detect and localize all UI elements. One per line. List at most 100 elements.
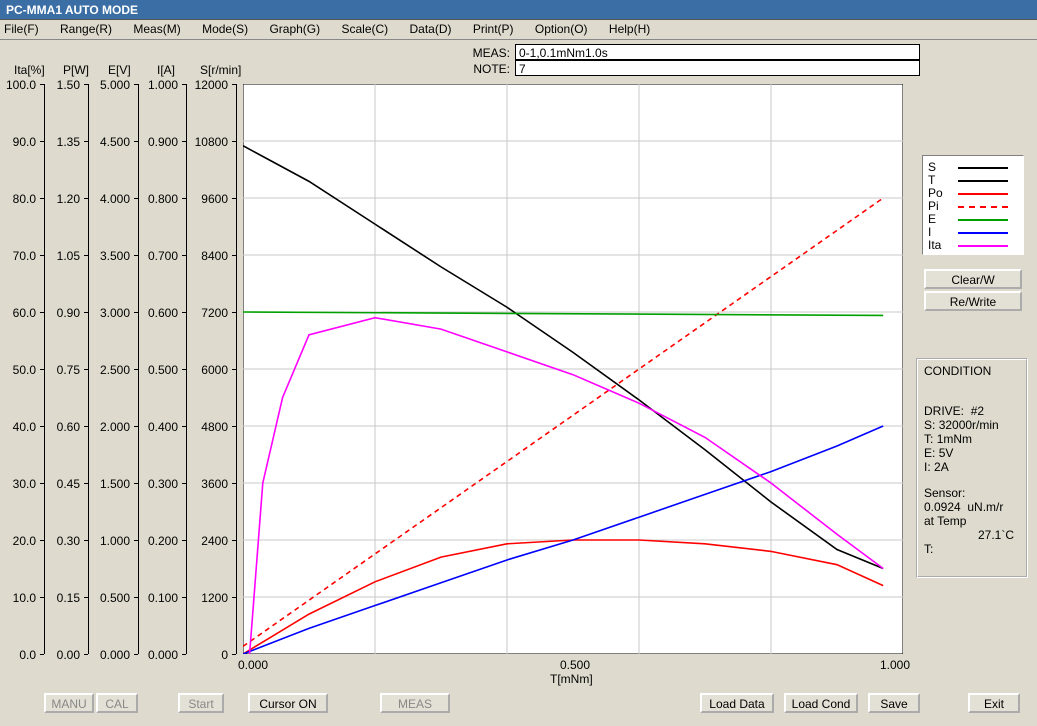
yaxis-title-p: P[W]	[63, 63, 89, 77]
ytick: 70.0	[2, 249, 36, 263]
meas-button[interactable]: MEAS	[380, 693, 450, 713]
ytick: 3.500	[90, 249, 130, 263]
legend-swatch-t	[958, 180, 1008, 182]
xtick-2: 1.000	[880, 658, 910, 672]
ytick: 40.0	[2, 420, 36, 434]
ytick: 1.05	[46, 249, 80, 263]
xtick-1: 0.500	[560, 658, 590, 672]
ytick: 1.50	[46, 78, 80, 92]
legend-label-pi: Pi	[928, 199, 939, 213]
ytick: 1.500	[90, 477, 130, 491]
cond-t2-l: T:	[924, 542, 1020, 556]
ytick: 60.0	[2, 306, 36, 320]
ytick: 1200	[188, 591, 228, 605]
ytick: 1.000	[90, 534, 130, 548]
ytick: 0.75	[46, 363, 80, 377]
ytick: 4800	[188, 420, 228, 434]
ytick: 1.35	[46, 135, 80, 149]
legend-swatch-ita	[958, 245, 1008, 247]
ytick: 3.000	[90, 306, 130, 320]
cond-i-v: 2A	[934, 460, 949, 474]
note-field[interactable]: 7	[515, 60, 920, 76]
legend-swatch-e	[958, 219, 1008, 221]
ytick: 0.600	[138, 306, 178, 320]
ytick: 50.0	[2, 363, 36, 377]
legend-label-i: I	[928, 225, 931, 239]
ytick: 0.100	[138, 591, 178, 605]
ytick: 30.0	[2, 477, 36, 491]
ytick: 10800	[188, 135, 228, 149]
menu-mode[interactable]: Mode(S)	[202, 22, 248, 36]
menu-meas[interactable]: Meas(M)	[133, 22, 180, 36]
menu-help[interactable]: Help(H)	[609, 22, 650, 36]
ytick: 6000	[188, 363, 228, 377]
ytick: 0.15	[46, 591, 80, 605]
chart-area	[243, 84, 903, 654]
ytick: 80.0	[2, 192, 36, 206]
legend-label-t: T	[928, 173, 935, 187]
ytick: 10.0	[2, 591, 36, 605]
load-data-button[interactable]: Load Data	[700, 693, 774, 713]
legend-swatch-i	[958, 232, 1008, 234]
save-button[interactable]: Save	[868, 693, 920, 713]
title-bar: PC-MMA1 AUTO MODE	[0, 0, 1037, 20]
ytick: 0.400	[138, 420, 178, 434]
yaxis-title-s: S[r/min]	[200, 63, 241, 77]
ytick: 3600	[188, 477, 228, 491]
xtick-0: 0.000	[238, 658, 268, 672]
rewrite-button[interactable]: Re/Write	[924, 291, 1022, 311]
ytick: 2400	[188, 534, 228, 548]
ytick: 0.700	[138, 249, 178, 263]
menu-range[interactable]: Range(R)	[60, 22, 112, 36]
ytick: 12000	[188, 78, 228, 92]
ytick: 0.500	[90, 591, 130, 605]
cal-button[interactable]: CAL	[96, 693, 138, 713]
ytick: 0.30	[46, 534, 80, 548]
ytick: 90.0	[2, 135, 36, 149]
condition-heading: CONDITION	[924, 364, 1020, 378]
legend-label-s: S	[928, 160, 936, 174]
cond-drive-v: #2	[971, 404, 984, 418]
ytick: 0.00	[46, 648, 80, 662]
manu-button[interactable]: MANU	[44, 693, 94, 713]
ytick: 0	[188, 648, 228, 662]
condition-panel: CONDITION DRIVE: #2 S: 32000r/min T: 1mN…	[916, 358, 1028, 578]
clear-w-button[interactable]: Clear/W	[924, 269, 1022, 289]
yaxis-title-e: E[V]	[108, 63, 131, 77]
menu-option[interactable]: Option(O)	[535, 22, 588, 36]
menu-graph[interactable]: Graph(G)	[269, 22, 320, 36]
ytick: 0.60	[46, 420, 80, 434]
cond-drive-l: DRIVE:	[924, 404, 964, 418]
ytick: 1.20	[46, 192, 80, 206]
legend-label-po: Po	[928, 186, 943, 200]
menu-file[interactable]: File(F)	[4, 22, 39, 36]
start-button[interactable]: Start	[178, 693, 224, 713]
legend-label-ita: Ita	[928, 238, 941, 252]
cond-sensor-u: uN.m/r	[967, 500, 1003, 514]
menu-print[interactable]: Print(P)	[473, 22, 514, 36]
app-title: PC-MMA1 AUTO MODE	[6, 3, 138, 17]
cond-t-v: 1mNm	[937, 432, 972, 446]
menu-data[interactable]: Data(D)	[410, 22, 452, 36]
legend-swatch-s	[958, 167, 1008, 169]
cond-attemp-v: 27.1`C	[978, 528, 1014, 542]
ytick: 0.500	[138, 363, 178, 377]
exit-button[interactable]: Exit	[968, 693, 1020, 713]
ytick: 0.200	[138, 534, 178, 548]
cond-sensor-l: Sensor:	[924, 486, 1020, 500]
ytick: 0.90	[46, 306, 80, 320]
cursor-on-button[interactable]: Cursor ON	[248, 693, 328, 713]
ytick: 0.000	[90, 648, 130, 662]
ytick: 0.900	[138, 135, 178, 149]
ytick: 1.000	[138, 78, 178, 92]
ytick: 9600	[188, 192, 228, 206]
meas-field[interactable]: 0-1,0.1mNm1.0s	[515, 44, 920, 60]
yaxis-title-i: I[A]	[157, 63, 175, 77]
ytick: 8400	[188, 249, 228, 263]
load-cond-button[interactable]: Load Cond	[784, 693, 858, 713]
legend-swatch-pi	[958, 206, 1008, 208]
cond-sensor-v: 0.0924	[924, 500, 961, 514]
ytick: 20.0	[2, 534, 36, 548]
menu-scale[interactable]: Scale(C)	[341, 22, 388, 36]
cond-t-l: T:	[924, 432, 933, 446]
